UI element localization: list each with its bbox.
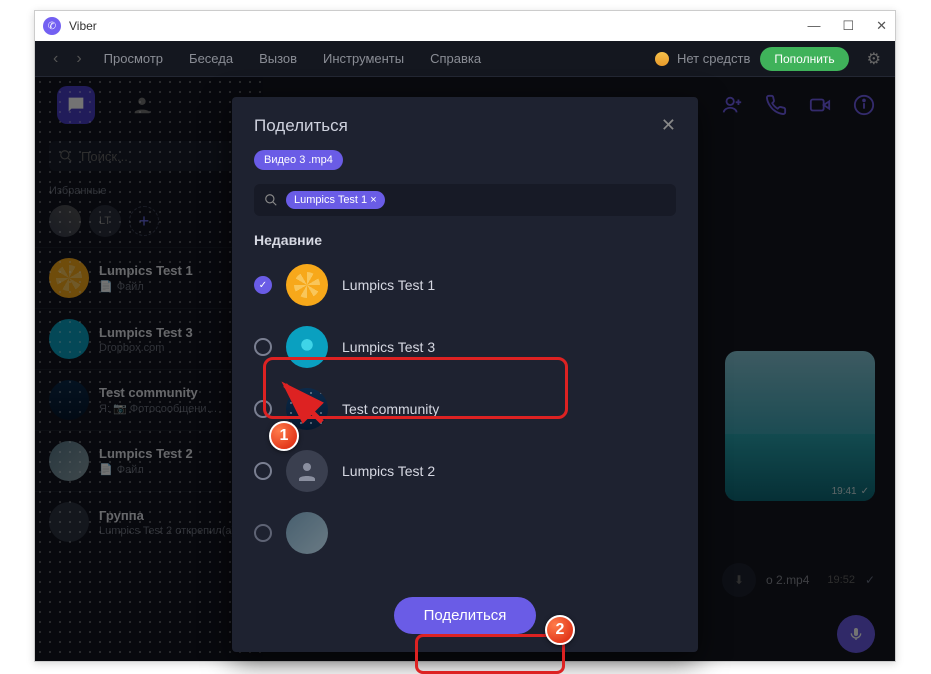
recent-item[interactable] bbox=[232, 502, 698, 564]
recent-section-header: Недавние bbox=[232, 226, 698, 254]
menu-call[interactable]: Вызов bbox=[251, 51, 305, 66]
nav-back-button[interactable]: ‹ bbox=[49, 50, 62, 68]
modal-close-button[interactable]: ✕ bbox=[661, 115, 676, 136]
topup-button[interactable]: Пополнить bbox=[760, 47, 848, 71]
selected-recipient-chip[interactable]: Lumpics Test 1 × bbox=[286, 191, 385, 209]
recipient-checkbox[interactable]: ✓ bbox=[254, 276, 272, 294]
menu-help[interactable]: Справка bbox=[422, 51, 489, 66]
modal-search-input[interactable]: Lumpics Test 1 × bbox=[254, 184, 676, 216]
annotation-badge-2: 2 bbox=[545, 615, 575, 645]
nav-forward-button[interactable]: › bbox=[72, 50, 85, 68]
modal-title: Поделиться bbox=[254, 116, 348, 136]
share-modal: Поделиться ✕ Видео 3 .mp4 Lumpics Test 1… bbox=[232, 97, 698, 652]
window-minimize-button[interactable]: — bbox=[807, 18, 820, 34]
annotation-badge-1: 1 bbox=[269, 421, 299, 451]
recipient-name: Lumpics Test 2 bbox=[342, 463, 435, 479]
window-maximize-button[interactable]: ☐ bbox=[842, 18, 854, 34]
recent-item[interactable]: Lumpics Test 2 bbox=[232, 440, 698, 502]
recipient-name: Lumpics Test 1 bbox=[342, 277, 435, 293]
window-close-button[interactable]: ✕ bbox=[876, 18, 887, 34]
recipient-checkbox[interactable] bbox=[254, 524, 272, 542]
settings-gear-icon[interactable]: ⚙ bbox=[867, 49, 881, 69]
recipient-checkbox[interactable] bbox=[254, 400, 272, 418]
recipient-avatar bbox=[286, 326, 328, 368]
recipient-checkbox[interactable] bbox=[254, 338, 272, 356]
recent-item[interactable]: Test community bbox=[232, 378, 698, 440]
recipient-avatar bbox=[286, 264, 328, 306]
recent-item[interactable]: ✓ Lumpics Test 1 bbox=[232, 254, 698, 316]
viber-logo-icon: ✆ bbox=[43, 17, 61, 35]
menu-tools[interactable]: Инструменты bbox=[315, 51, 412, 66]
menu-chat[interactable]: Беседа bbox=[181, 51, 241, 66]
menu-view[interactable]: Просмотр bbox=[96, 51, 171, 66]
app-window: ✆ Viber — ☐ ✕ ‹ › Просмотр Беседа Вызов … bbox=[34, 10, 896, 662]
titlebar: ✆ Viber — ☐ ✕ bbox=[35, 11, 895, 41]
recipient-avatar bbox=[286, 512, 328, 554]
coin-icon bbox=[655, 52, 669, 66]
recent-item[interactable]: Lumpics Test 3 bbox=[232, 316, 698, 378]
recipient-name: Test community bbox=[342, 401, 439, 417]
balance-indicator: Нет средств bbox=[655, 51, 750, 66]
share-button[interactable]: Поделиться bbox=[394, 597, 537, 634]
recent-list: ✓ Lumpics Test 1 Lumpics Test 3 Test com… bbox=[232, 254, 698, 585]
balance-label: Нет средств bbox=[677, 51, 750, 66]
search-icon bbox=[264, 193, 278, 207]
attached-file-chip[interactable]: Видео 3 .mp4 bbox=[254, 150, 343, 170]
recipient-avatar bbox=[286, 450, 328, 492]
recipient-name: Lumpics Test 3 bbox=[342, 339, 435, 355]
menubar: ‹ › Просмотр Беседа Вызов Инструменты Сп… bbox=[35, 41, 895, 77]
recipient-checkbox[interactable] bbox=[254, 462, 272, 480]
app-title: Viber bbox=[69, 19, 97, 33]
